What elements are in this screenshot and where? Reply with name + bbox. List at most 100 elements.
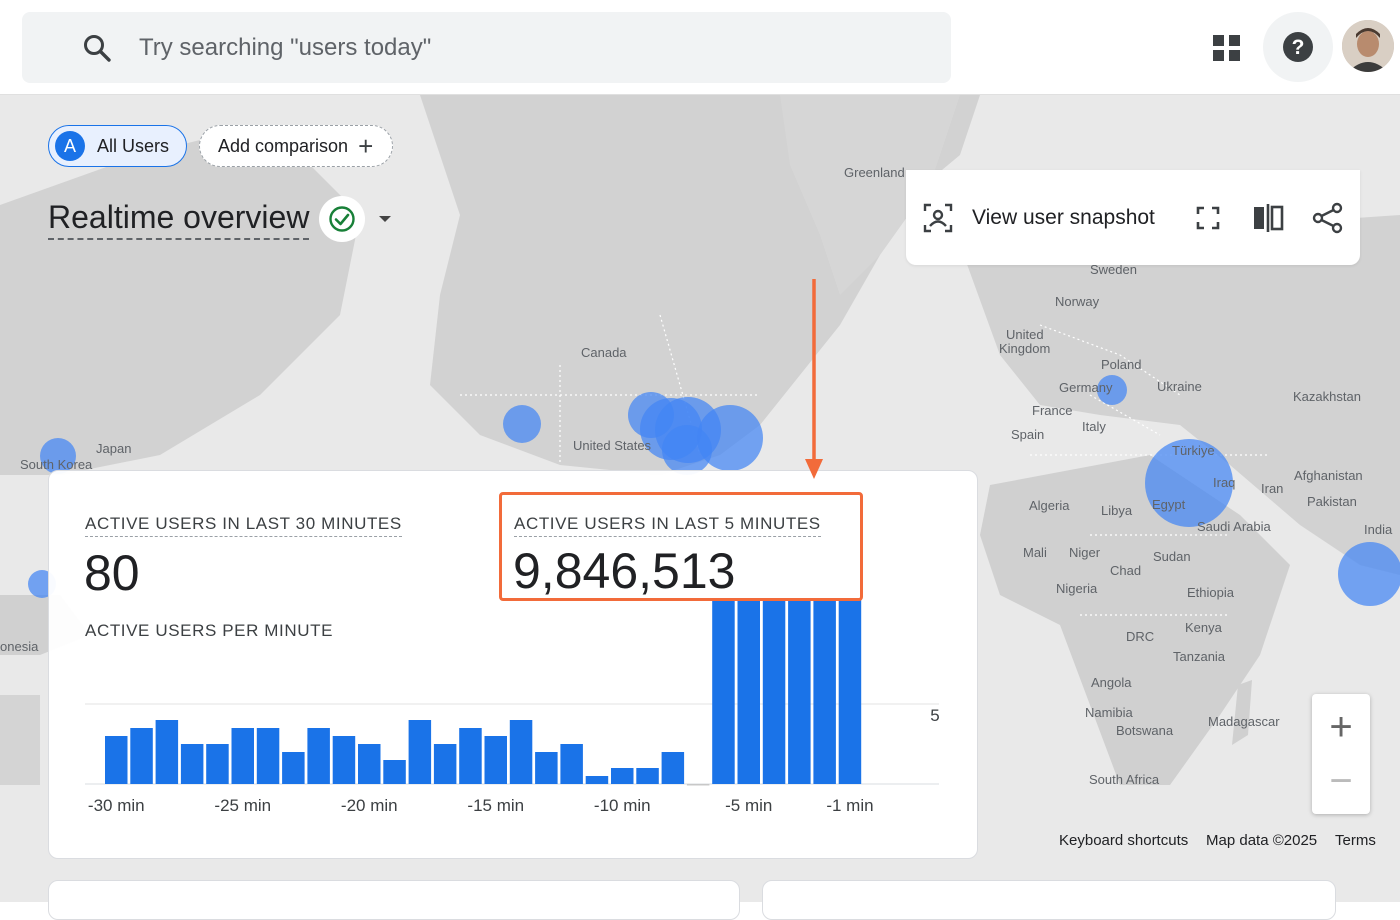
keyboard-shortcuts-link[interactable]: Keyboard shortcuts [1059, 832, 1188, 849]
x-tick-label: -25 min [214, 796, 271, 815]
chart-bar[interactable] [408, 720, 432, 784]
country-label: Botswana [1116, 723, 1174, 738]
x-tick-label: -5 min [725, 796, 772, 815]
country-label: Greenland [844, 165, 905, 180]
x-tick-label: -1 min [826, 796, 873, 815]
chart-bar[interactable] [307, 728, 330, 784]
search-bar[interactable]: Try searching "users today" [22, 12, 951, 83]
view-user-snapshot-link[interactable]: View user snapshot [972, 206, 1155, 230]
chart-bar[interactable] [585, 776, 609, 784]
country-label: Chad [1110, 563, 1142, 578]
country-label: onesia [0, 639, 39, 654]
country-label: Japan [96, 441, 132, 456]
country-label: Türkiye [1172, 443, 1215, 458]
map-bubble[interactable] [503, 405, 541, 443]
chart-bar[interactable] [636, 768, 659, 784]
zoom-controls: + − [1312, 694, 1370, 814]
segment-badge: A [55, 131, 85, 161]
avatar[interactable] [1342, 20, 1394, 72]
country-label: Niger [1069, 545, 1101, 560]
chart-bar[interactable] [762, 599, 786, 784]
chart-bar[interactable] [155, 720, 179, 784]
country-label: India [1364, 522, 1393, 537]
chevron-down-icon[interactable] [379, 216, 392, 222]
country-label: Pakistan [1307, 494, 1357, 509]
chart-bar[interactable] [813, 599, 836, 784]
country-label: United [1006, 327, 1044, 342]
check-circle-icon[interactable] [319, 196, 366, 242]
chart-bar[interactable] [459, 728, 482, 784]
zoom-out-button[interactable]: − [1312, 756, 1370, 806]
plus-icon: + [358, 131, 374, 161]
bottom-card-right [762, 880, 1336, 920]
chart-bar[interactable] [231, 728, 255, 784]
country-label: Egypt [1152, 497, 1186, 512]
chart-bar[interactable] [661, 752, 685, 784]
x-tick-label: -30 min [88, 796, 145, 815]
chart-bar[interactable] [737, 599, 761, 784]
user-snapshot-icon[interactable] [922, 202, 954, 234]
annotation-arrow [805, 279, 823, 479]
map-bubble[interactable] [662, 425, 712, 475]
zoom-in-button[interactable]: + [1312, 702, 1370, 752]
chart-bar[interactable] [535, 752, 558, 784]
chart-bar[interactable] [358, 744, 381, 784]
country-label: Sudan [1153, 549, 1191, 564]
active-users-5-label[interactable]: ACTIVE USERS IN LAST 5 MINUTES [514, 514, 821, 537]
chart-bar[interactable] [206, 744, 229, 784]
country-label: Mali [1023, 545, 1047, 560]
segment-chip-all-users[interactable]: A All Users [48, 125, 187, 167]
country-label: Ukraine [1157, 379, 1202, 394]
chart-bar[interactable] [130, 728, 153, 784]
country-label: Libya [1101, 503, 1133, 518]
add-comparison-button[interactable]: Add comparison + [199, 125, 393, 167]
chart-bar[interactable] [256, 728, 280, 784]
apps-grid-icon[interactable] [1192, 12, 1262, 82]
country-label: Italy [1082, 419, 1106, 434]
x-tick-label: -15 min [467, 796, 524, 815]
page-title[interactable]: Realtime overview [48, 199, 310, 240]
bottom-card-left [48, 880, 740, 920]
chart-bar[interactable] [433, 744, 457, 784]
chart-bar[interactable] [509, 720, 533, 784]
chart-bar[interactable] [484, 736, 508, 784]
chart-bar[interactable] [611, 768, 634, 784]
country-label: Iraq [1213, 475, 1236, 490]
country-label: Madagascar [1208, 714, 1280, 729]
chart-bar[interactable] [788, 599, 811, 784]
chart-bar[interactable] [838, 599, 862, 784]
help-icon[interactable]: ? [1263, 12, 1333, 82]
chart-bar[interactable] [383, 760, 406, 784]
country-label: South Africa [1089, 772, 1160, 787]
chart-bar[interactable] [282, 752, 305, 784]
map-bubble[interactable] [1338, 542, 1400, 606]
y-tick-label: 5 [930, 706, 939, 725]
country-label: Norway [1055, 294, 1100, 309]
country-label: Saudi Arabia [1197, 519, 1271, 534]
compare-icon[interactable] [1252, 202, 1284, 234]
country-label: Canada [581, 345, 627, 360]
country-label: Kenya [1185, 620, 1222, 635]
share-icon[interactable] [1312, 202, 1344, 234]
highlight-box: ACTIVE USERS IN LAST 5 MINUTES 9,846,513 [499, 492, 863, 601]
country-label: Afghanistan [1294, 468, 1363, 483]
map-data-credit: Map data ©2025 [1206, 832, 1318, 849]
chart-bar[interactable] [180, 744, 204, 784]
chart-bar[interactable] [105, 736, 128, 784]
terms-link[interactable]: Terms [1335, 832, 1376, 849]
country-label: DRC [1126, 629, 1155, 644]
country-label: United States [573, 438, 652, 453]
fullscreen-icon[interactable] [1192, 202, 1224, 234]
chart-bar[interactable] [712, 599, 735, 784]
top-bar: Try searching "users today" ? [0, 0, 1400, 95]
country-label: Poland [1101, 357, 1142, 372]
country-label: Algeria [1029, 498, 1070, 513]
search-icon [84, 35, 111, 62]
country-label: Spain [1011, 427, 1045, 442]
chart-bar[interactable] [332, 736, 356, 784]
chart-bar[interactable] [560, 744, 583, 784]
active-users-5-value: 9,846,513 [513, 543, 736, 599]
chart-bar[interactable] [686, 784, 710, 786]
add-comparison-label: Add comparison [218, 135, 349, 156]
country-label: Kingdom [999, 341, 1051, 356]
